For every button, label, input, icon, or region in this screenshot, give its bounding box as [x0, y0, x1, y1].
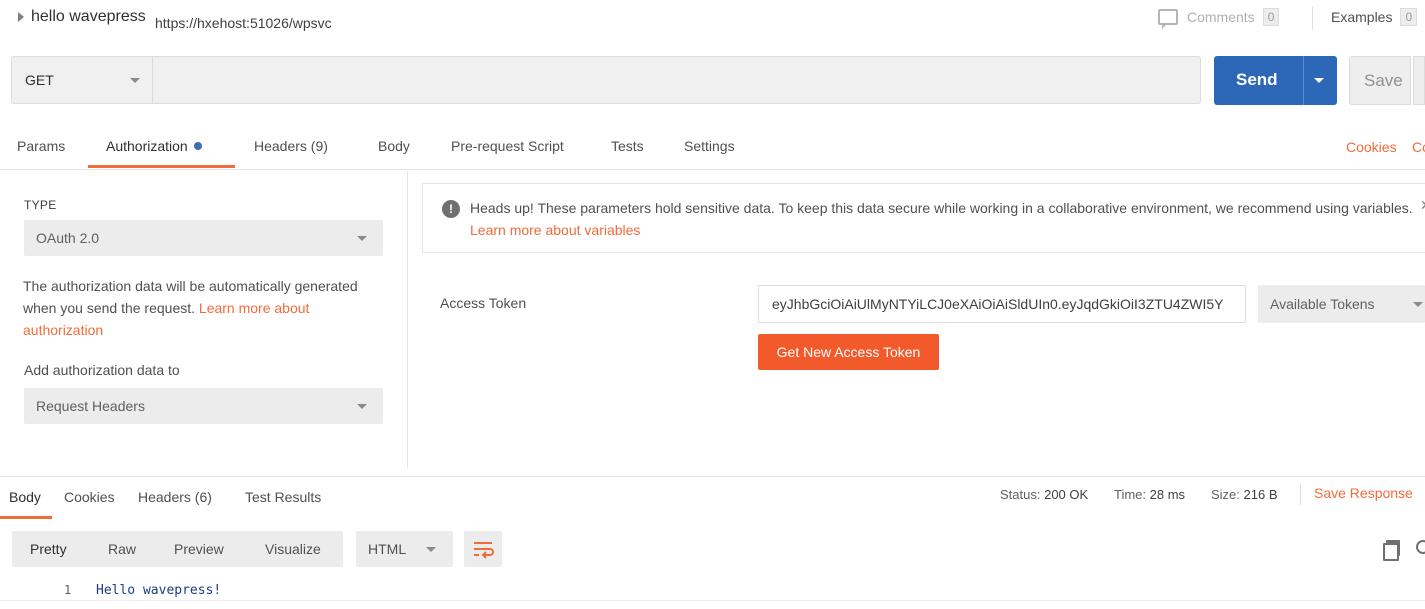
type-label: TYPE — [24, 198, 57, 212]
info-icon: ! — [442, 200, 460, 218]
tab-settings[interactable]: Settings — [684, 138, 735, 154]
url-bar: GET — [11, 56, 1201, 104]
send-divider — [1303, 56, 1304, 105]
comments-button[interactable]: Comments 0 — [1158, 8, 1280, 29]
request-tabs: Params Authorization Headers (9) Body Pr… — [0, 128, 1425, 170]
access-token-value: eyJhbGciOiAiUlMyNTYiLCJ0eXAiOiAiSldUIn0.… — [772, 296, 1224, 312]
wrap-lines-icon — [474, 542, 494, 559]
cookies-link[interactable]: Cookies — [1346, 139, 1397, 155]
copy-icon[interactable] — [1383, 540, 1400, 561]
resp-tab-headers[interactable]: Headers (6) — [138, 489, 212, 505]
save-label: Save — [1364, 71, 1403, 90]
size-label: Size: — [1211, 487, 1240, 502]
add-auth-to-label: Add authorization data to — [24, 362, 180, 378]
tab-authorization-label: Authorization — [106, 138, 188, 154]
code-divider — [0, 600, 1425, 601]
chevron-down-icon — [426, 547, 436, 552]
send-button[interactable]: Send — [1214, 56, 1337, 105]
add-auth-to-select[interactable]: Request Headers — [24, 388, 383, 424]
auth-description: The authorization data will be automatic… — [23, 275, 383, 341]
chevron-down-icon — [130, 78, 140, 83]
chevron-down-icon — [1413, 302, 1423, 307]
active-tab-indicator — [88, 165, 235, 168]
alert-message: Heads up! These parameters hold sensitiv… — [470, 197, 1415, 241]
alert-text: Heads up! These parameters hold sensitiv… — [470, 200, 1413, 216]
examples-button[interactable]: Examples 0 — [1331, 8, 1418, 26]
status-label: Status: — [1000, 487, 1041, 502]
code-link[interactable]: Co — [1412, 139, 1425, 155]
format-value: HTML — [368, 541, 407, 557]
tab-authorization[interactable]: Authorization — [106, 138, 202, 154]
tab-pre-request-script[interactable]: Pre-request Script — [451, 138, 564, 154]
code-line: 1 Hello wavepress! — [0, 578, 1425, 602]
response-body-text: Hello wavepress! — [96, 583, 222, 598]
wrap-lines-button[interactable] — [464, 531, 502, 567]
auth-type-select[interactable]: OAuth 2.0 — [24, 220, 383, 256]
sensitive-data-alert: ! Heads up! These parameters hold sensit… — [422, 183, 1425, 253]
resp-tab-cookies[interactable]: Cookies — [64, 489, 115, 505]
send-options-chevron-icon[interactable] — [1314, 78, 1324, 83]
modified-dot-icon — [193, 142, 202, 150]
tab-tests[interactable]: Tests — [611, 138, 644, 154]
save-button[interactable]: Save — [1349, 56, 1411, 105]
close-icon[interactable]: ✕ — [1420, 197, 1425, 214]
tab-params[interactable]: Params — [17, 138, 65, 154]
method-select[interactable]: GET — [12, 57, 153, 103]
view-mode-bar: Pretty Raw Preview Visualize — [12, 531, 343, 567]
time-meta: Time: 28 ms — [1114, 487, 1185, 502]
expand-caret-icon[interactable] — [18, 12, 24, 22]
request-name[interactable]: hello wavepress — [31, 8, 146, 26]
time-label: Time: — [1114, 487, 1147, 502]
save-options-button[interactable] — [1413, 56, 1425, 105]
available-tokens-label: Available Tokens — [1270, 296, 1375, 312]
tab-body[interactable]: Body — [378, 138, 410, 154]
status-meta: Status: 200 OK — [1000, 487, 1088, 502]
add-auth-to-value: Request Headers — [36, 398, 145, 414]
save-response-button[interactable]: Save Response — [1314, 485, 1413, 501]
examples-count: 0 — [1400, 8, 1418, 26]
view-preview[interactable]: Preview — [174, 541, 224, 557]
line-number: 1 — [64, 583, 72, 597]
tab-headers[interactable]: Headers (9) — [254, 138, 328, 154]
auth-type-value: OAuth 2.0 — [36, 230, 100, 246]
available-tokens-select[interactable]: Available Tokens — [1258, 285, 1425, 323]
format-select[interactable]: HTML — [356, 531, 453, 567]
resp-tab-body[interactable]: Body — [9, 489, 41, 505]
response-tabs: Body Cookies Headers (6) Test Results St… — [0, 476, 1425, 519]
url-input[interactable]: https://hxehost:51026/wpsvc — [155, 15, 332, 31]
send-label: Send — [1236, 70, 1278, 89]
comments-count: 0 — [1262, 8, 1280, 26]
view-pretty[interactable]: Pretty — [30, 541, 67, 557]
status-value: 200 OK — [1044, 487, 1089, 502]
meta-divider — [1300, 483, 1301, 505]
access-token-label: Access Token — [440, 295, 527, 311]
chevron-down-icon — [357, 404, 367, 409]
chevron-down-icon — [357, 236, 367, 241]
header-divider — [1312, 6, 1313, 30]
size-meta: Size: 216 B — [1211, 487, 1278, 502]
comment-icon — [1158, 9, 1178, 29]
method-value: GET — [25, 72, 54, 88]
access-token-input[interactable]: eyJhbGciOiAiUlMyNTYiLCJ0eXAiOiAiSldUIn0.… — [758, 285, 1246, 323]
view-raw[interactable]: Raw — [108, 541, 136, 557]
active-response-tab-indicator — [0, 516, 52, 519]
examples-label: Examples — [1331, 9, 1393, 25]
size-value: 216 B — [1243, 487, 1278, 502]
view-visualize[interactable]: Visualize — [265, 541, 321, 557]
resp-tab-test-results[interactable]: Test Results — [245, 489, 321, 505]
learn-more-variables-link[interactable]: Learn more about variables — [470, 222, 640, 238]
time-value: 28 ms — [1149, 487, 1186, 502]
auth-type-panel: TYPE OAuth 2.0 The authorization data wi… — [0, 171, 408, 468]
comments-label: Comments — [1187, 9, 1255, 25]
get-new-access-token-button[interactable]: Get New Access Token — [758, 334, 939, 370]
search-icon[interactable] — [1416, 540, 1425, 554]
